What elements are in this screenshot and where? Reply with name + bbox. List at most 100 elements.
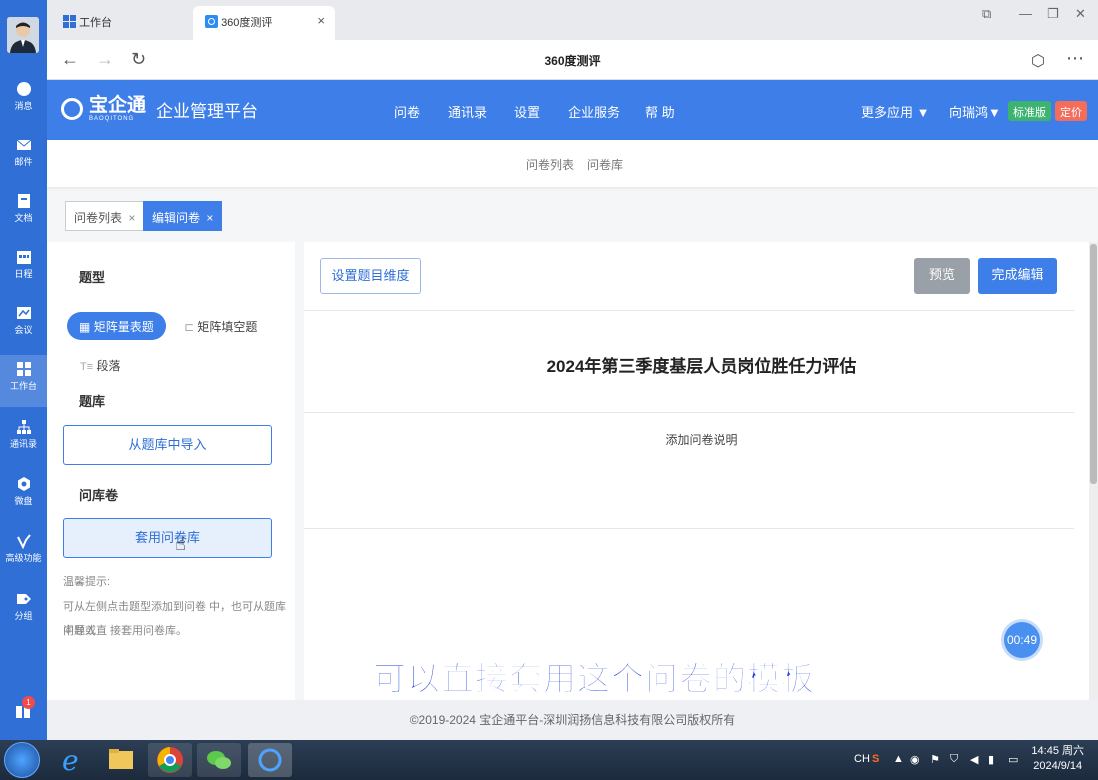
wechat-icon[interactable]: [197, 743, 241, 777]
type-paragraph-button[interactable]: T≡ 段落: [80, 357, 121, 374]
finish-edit-button[interactable]: 完成编辑: [978, 258, 1057, 294]
divider: [304, 528, 1074, 529]
logo-mark-icon: [61, 98, 83, 120]
pricing-badge[interactable]: 定价: [1055, 101, 1087, 121]
close-icon[interactable]: ×: [206, 211, 213, 225]
cursor-hand-icon: ☝: [175, 534, 186, 554]
close-icon[interactable]: ×: [128, 211, 135, 225]
rail-item-mail[interactable]: 邮件: [0, 131, 47, 183]
type-matrix-fill-button[interactable]: ⊏ 矩阵填空题: [184, 318, 257, 335]
grid-icon: [16, 362, 31, 376]
app-window-icon[interactable]: [248, 743, 292, 777]
nav-enterprise-services[interactable]: 企业服务: [568, 102, 620, 121]
edition-badge[interactable]: 标准版: [1008, 101, 1051, 121]
subnav-questionnaire-library[interactable]: 问卷库: [587, 156, 623, 173]
rail-item-workbench[interactable]: 工作台: [0, 355, 47, 407]
browser-tab-bar: 工作台 360度测评 × ⧉ — ❐ ✕: [47, 0, 1098, 40]
browser-tab-360[interactable]: 360度测评 ×: [193, 6, 335, 40]
avatar[interactable]: [7, 17, 39, 53]
rail-item-messages[interactable]: 消息: [0, 75, 47, 127]
type-matrix-scale-button[interactable]: ▦ 矩阵量表题: [67, 312, 166, 340]
scrollbar[interactable]: [1089, 242, 1098, 700]
rail-item-drive[interactable]: 微盘: [0, 470, 47, 522]
rail-item-advanced[interactable]: 高级功能: [0, 527, 47, 579]
more-menu-icon[interactable]: ⋯: [1066, 48, 1084, 69]
tab-edit-questionnaire[interactable]: 编辑问卷 ×: [143, 201, 223, 231]
rail-item-docs[interactable]: 文档: [0, 187, 47, 239]
svg-text:e: e: [62, 744, 79, 777]
caret-down-icon: ▼: [916, 105, 930, 120]
notification-badge: 1: [22, 696, 35, 709]
extension-icon[interactable]: ⬡: [1031, 51, 1045, 71]
more-apps-dropdown[interactable]: 更多应用 ▼: [861, 102, 930, 121]
browser-tab-workbench[interactable]: 工作台: [51, 6, 191, 40]
system-clock[interactable]: 14:45 周六 2024/9/14: [1031, 744, 1084, 774]
platform-name: 企业管理平台: [156, 101, 259, 121]
tag-icon: [16, 594, 31, 604]
folder-icon[interactable]: [99, 743, 143, 777]
nav-settings[interactable]: 设置: [514, 102, 540, 121]
drive-icon: [17, 477, 30, 491]
question-type-panel: 题型 ▦ 矩阵量表题 ⊏ 矩阵填空题 T≡ 段落 题库 从题库中导入 问库卷 套…: [47, 242, 295, 700]
ime-icon[interactable]: S: [872, 753, 879, 765]
tip-title: 温馨提示:: [63, 576, 111, 588]
section-title-question-bank: 题库: [79, 394, 106, 409]
grid-icon: ▦: [79, 320, 91, 334]
footer-copyright: ©2019-2024 宝企通平台-深圳润扬信息科技有限公司版权所有: [47, 700, 1098, 740]
nav-questionnaire[interactable]: 问卷: [394, 102, 420, 121]
user-menu[interactable]: 向瑞鸿▼: [949, 102, 1001, 121]
minimize-icon[interactable]: —: [1019, 6, 1032, 21]
video-caption: 可以直接套用这个问卷的模板: [373, 660, 815, 698]
app-sidebar: 消息 邮件 文档 日程 会议 工作台 通讯录 微盘 高级功能 分组 1: [0, 0, 47, 740]
tray-expand-icon[interactable]: ▲: [893, 753, 904, 765]
subnav-questionnaire-list[interactable]: 问卷列表: [526, 156, 574, 173]
chat-icon: [16, 82, 31, 96]
org-chart-icon: [16, 420, 31, 434]
rail-item-contacts[interactable]: 通讯录: [0, 413, 47, 465]
pin-icon[interactable]: ⧉: [982, 6, 991, 22]
questionnaire-title[interactable]: 2024年第三季度基层人员岗位胜任力评估: [304, 352, 1098, 377]
grid-icon: [63, 15, 76, 28]
ie-icon[interactable]: e: [50, 743, 94, 777]
mail-icon: [16, 139, 31, 150]
sub-navigation: 问卷列表 问卷库: [47, 140, 1098, 187]
divider: [304, 412, 1074, 413]
network-icon[interactable]: ◉: [910, 753, 920, 766]
volume-icon[interactable]: ◀: [970, 753, 978, 766]
import-from-bank-button[interactable]: 从题库中导入: [63, 425, 272, 465]
language-indicator[interactable]: CH: [854, 753, 870, 765]
paragraph-icon: T≡: [80, 361, 94, 373]
recording-timer: 00:49: [1004, 622, 1040, 658]
caret-down-icon: ▼: [988, 105, 1001, 120]
flag-icon[interactable]: ⚑: [930, 753, 940, 766]
rail-item-calendar[interactable]: 日程: [0, 243, 47, 295]
preview-button[interactable]: 预览: [914, 258, 970, 294]
set-dimension-button[interactable]: 设置题目维度: [320, 258, 421, 294]
calendar-icon: [16, 251, 31, 264]
tab-questionnaire-list[interactable]: 问卷列表 ×: [65, 201, 145, 231]
apps-launcher[interactable]: 1: [14, 696, 35, 720]
display-icon[interactable]: ▭: [1008, 753, 1018, 766]
nav-help[interactable]: 帮 助: [645, 102, 675, 121]
shield-icon[interactable]: ⛉: [950, 753, 958, 766]
browser-address-bar: ← → ↻ 360度测评 ⬡ ⋯: [47, 40, 1098, 80]
document-icon: [17, 194, 30, 208]
app-favicon-icon: [205, 15, 218, 28]
nav-contacts[interactable]: 通讯录: [448, 102, 487, 121]
chrome-icon[interactable]: [148, 743, 192, 777]
start-button[interactable]: [4, 742, 40, 778]
use-template-button[interactable]: 套用问卷库: [63, 518, 272, 558]
page-title-bar: 360度测评: [544, 54, 601, 68]
os-taskbar: e CH S ▲ ◉ ⚑ ⛉ ◀ ▮ ▭ 14:45 周六 2024/9/14: [0, 740, 1098, 780]
battery-icon[interactable]: ▮: [988, 753, 994, 766]
questionnaire-description[interactable]: 添加问卷说明: [304, 431, 1098, 448]
brand-logo[interactable]: 宝企通 BAOQITONG 企业管理平台: [61, 96, 258, 122]
scrollbar-thumb[interactable]: [1090, 244, 1097, 484]
restore-icon[interactable]: ❐: [1047, 6, 1059, 22]
tip-line-2: 问题或直 接套用问卷库。: [63, 625, 188, 637]
close-window-icon[interactable]: ✕: [1075, 6, 1086, 22]
close-icon[interactable]: ×: [317, 13, 325, 28]
rail-item-meeting[interactable]: 会议: [0, 299, 47, 351]
rail-item-groups[interactable]: 分组: [0, 585, 47, 637]
questionnaire-editor: 设置题目维度 预览 完成编辑 2024年第三季度基层人员岗位胜任力评估 添加问卷…: [304, 242, 1089, 700]
